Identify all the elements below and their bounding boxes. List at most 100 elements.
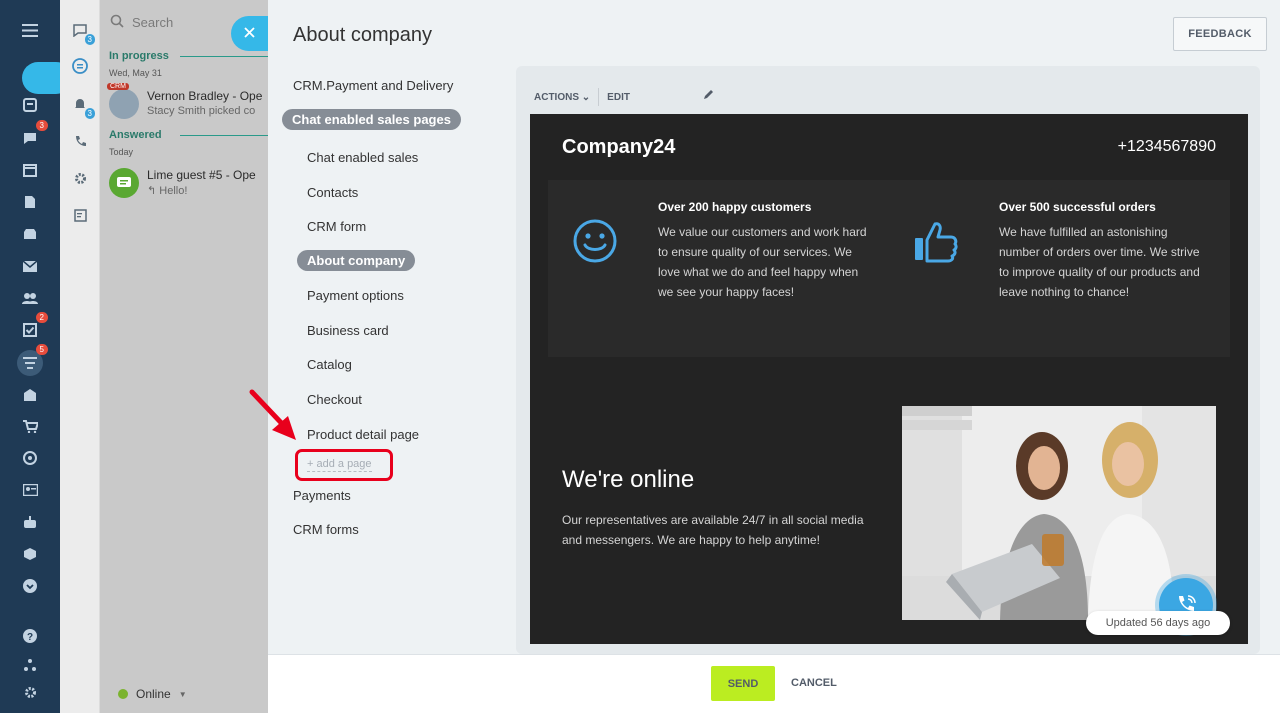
nav-item-product-detail-page[interactable]: Product detail page (307, 427, 419, 442)
messenger-chat-badge: 3 (84, 34, 95, 45)
toolbar-divider (598, 88, 600, 106)
chat-icon[interactable]: 3 (17, 120, 48, 150)
app-rail: 3 2 5 ? (0, 0, 72, 713)
nav-item-crm-form[interactable]: CRM form (307, 219, 366, 234)
target-icon[interactable] (17, 446, 43, 470)
chat-preview: Stacy Smith picked co (147, 105, 256, 117)
svg-text:?: ? (27, 632, 33, 643)
online-text: Our representatives are available 24/7 i… (562, 513, 864, 547)
robot-icon[interactable] (17, 510, 43, 534)
id-card-icon[interactable] (17, 478, 43, 502)
updated-status: Updated 56 days ago (1086, 611, 1230, 635)
avatar (109, 168, 139, 198)
notifications-icon[interactable]: 3 (70, 94, 95, 119)
thumbs-up-icon (915, 222, 958, 263)
calendar-icon[interactable] (17, 158, 43, 182)
pointer-arrow-icon (249, 389, 296, 440)
open-lines-icon[interactable] (70, 56, 90, 76)
phone-icon[interactable] (70, 131, 90, 151)
tasks-badge: 2 (35, 312, 48, 323)
document-icon[interactable] (17, 190, 43, 214)
smile-icon (573, 219, 617, 263)
send-button[interactable]: SEND (711, 666, 775, 701)
section-in-progress: In progress (109, 50, 169, 62)
close-icon (244, 25, 255, 42)
site-preview: Company24 +1234567890 Over 200 happy cus… (530, 114, 1248, 644)
cancel-button[interactable]: CANCEL (791, 677, 837, 689)
chevron-down-icon: ⌄ (581, 91, 591, 103)
close-slider-button[interactable] (231, 16, 268, 51)
nav-item-checkout[interactable]: Checkout (307, 392, 362, 407)
page-title: About company (293, 24, 432, 46)
sitemap-icon[interactable] (17, 653, 43, 677)
list-edit-icon[interactable] (70, 205, 90, 225)
site-brand: Company24 (562, 136, 676, 158)
section-answered: Answered (109, 129, 162, 141)
filter-badge: 5 (35, 344, 48, 355)
page-preview: ACTIONS ⌄ EDIT Company24 +1234567890 Ove… (516, 66, 1260, 654)
box-icon[interactable] (17, 542, 43, 566)
actions-label: ACTIONS (534, 91, 579, 103)
nav-item-catalog[interactable]: Catalog (307, 357, 352, 372)
messenger-chat-icon[interactable]: 3 (70, 20, 95, 45)
tasks-icon[interactable]: 2 (17, 312, 48, 342)
cart-icon[interactable] (17, 414, 43, 438)
store-icon[interactable] (17, 383, 43, 407)
filter-icon[interactable]: 5 (17, 344, 48, 376)
settings-icon[interactable] (17, 680, 43, 704)
gear-icon[interactable] (70, 168, 90, 188)
status-selector[interactable]: Online ▼ (118, 687, 187, 701)
avatar (109, 89, 139, 119)
preview-toolbar: ACTIONS ⌄ EDIT (534, 88, 630, 106)
nav-item-chat-enabled-sales[interactable]: Chat enabled sales (307, 150, 418, 165)
notifications-badge: 3 (84, 108, 95, 119)
features-block: Over 200 happy customers We value our cu… (548, 180, 1230, 357)
slider-panel: About company FEEDBACK CRM.Payment and D… (249, 0, 1280, 713)
chat-preview-text: Hello! (159, 185, 188, 197)
chat-list: Search In progress Wed, May 31 CRM Verno… (100, 0, 268, 713)
feature-text: We value our customers and work hard to … (658, 225, 867, 299)
online-title: We're online (562, 466, 695, 493)
chat-item[interactable]: Lime guest #5 - Ope ↰ Hello! (109, 168, 268, 202)
nav-item-business-card[interactable]: Business card (307, 323, 389, 338)
nav-item-payment-options[interactable]: Payment options (307, 288, 404, 303)
chat-date: Today (109, 147, 134, 157)
menu-icon[interactable] (17, 18, 43, 42)
nav-item-crm-forms[interactable]: CRM forms (293, 522, 359, 537)
footer-bar: SEND CANCEL (268, 654, 1280, 713)
nav-item-crm-payment-delivery[interactable]: CRM.Payment and Delivery (293, 78, 453, 93)
search-placeholder: Search (132, 15, 174, 30)
feed-icon[interactable] (17, 93, 43, 117)
actions-menu[interactable]: ACTIONS ⌄ (534, 92, 590, 103)
status-dot (118, 689, 128, 699)
chat-item[interactable]: CRM Vernon Bradley - Ope Stacy Smith pic… (107, 83, 268, 123)
status-label: Online (136, 687, 171, 701)
chat-name: Vernon Bradley - Ope (147, 89, 263, 103)
chat-date: Wed, May 31 (109, 68, 162, 78)
feedback-button[interactable]: FEEDBACK (1173, 17, 1267, 51)
nav-item-contacts[interactable]: Contacts (307, 185, 358, 200)
nav-item-about-company[interactable]: About company (297, 250, 416, 271)
messenger-column: 3 3 (60, 0, 100, 713)
help-icon[interactable]: ? (17, 624, 43, 648)
pencil-icon[interactable] (703, 88, 715, 103)
drive-icon[interactable] (17, 222, 43, 246)
feature-title: Over 200 happy customers (658, 200, 812, 214)
nav-item-chat-enabled-sales-pages[interactable]: Chat enabled sales pages (282, 109, 461, 130)
chat-search[interactable]: Search (110, 14, 173, 31)
search-icon (110, 14, 124, 31)
reply-icon: ↰ (147, 185, 160, 197)
edit-button[interactable]: EDIT (607, 92, 630, 103)
crm-badge: CRM (107, 83, 129, 90)
nav-item-payments[interactable]: Payments (293, 488, 351, 503)
chat-name: Lime guest #5 - Ope (147, 168, 256, 182)
chevron-down-icon[interactable] (17, 574, 43, 598)
chevron-down-icon: ▼ (178, 689, 187, 699)
site-phone: +1234567890 (1117, 138, 1216, 155)
section-divider (180, 56, 268, 57)
mail-icon[interactable] (17, 254, 43, 278)
section-divider (180, 135, 268, 136)
feature-text: We have fulfilled an astonishing number … (999, 225, 1200, 299)
highlight-box (295, 449, 393, 481)
contacts-icon[interactable] (17, 286, 43, 310)
